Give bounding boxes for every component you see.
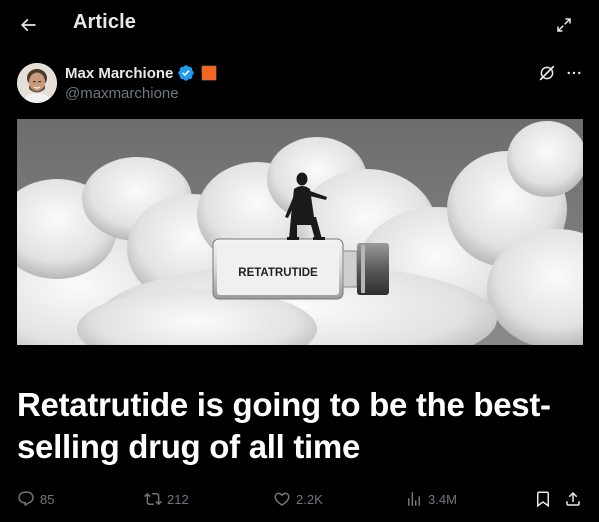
repost-count: 212 — [167, 491, 189, 507]
heart-icon — [274, 492, 290, 506]
grok-button[interactable] — [536, 62, 558, 84]
action-bar: 85 212 2.2K 3.4M — [17, 487, 587, 511]
vial-label: RETATRUTIDE — [238, 267, 318, 279]
more-horizontal-icon — [567, 71, 581, 75]
author-handle[interactable]: @maxmarchione — [65, 85, 179, 102]
affiliate-badge-icon[interactable] — [201, 65, 218, 81]
like-button[interactable]: 2.2K — [273, 487, 323, 511]
share-icon — [566, 491, 580, 506]
reply-icon — [18, 491, 34, 507]
grok-slash-icon — [539, 65, 555, 81]
repost-icon — [144, 492, 162, 506]
cover-illustration: RETATRUTIDE — [17, 119, 583, 345]
article-headline[interactable]: Retatrutide is going to be the best-sell… — [17, 384, 583, 468]
article-cover-image[interactable]: RETATRUTIDE — [17, 119, 583, 345]
share-button[interactable] — [564, 487, 582, 511]
author-name[interactable]: Max Marchione — [65, 65, 173, 82]
bar-chart-icon — [408, 492, 420, 506]
verified-badge-icon — [178, 65, 195, 81]
bookmark-icon — [537, 491, 549, 508]
more-button[interactable] — [563, 62, 585, 84]
author-row: Max Marchione @maxmarchione — [17, 62, 587, 104]
views-button[interactable]: 3.4M — [405, 487, 457, 511]
view-count: 3.4M — [428, 491, 457, 507]
expand-button[interactable] — [548, 9, 580, 41]
avatar[interactable] — [17, 63, 57, 103]
expand-arrows-icon — [557, 18, 571, 32]
reply-button[interactable]: 85 — [17, 487, 54, 511]
arrow-left-icon — [20, 18, 36, 32]
like-count: 2.2K — [296, 491, 323, 507]
author-name-row: Max Marchione — [65, 64, 218, 82]
avatar-image — [17, 63, 57, 103]
reply-count: 85 — [40, 491, 55, 507]
repost-button[interactable]: 212 — [144, 487, 189, 511]
page-title: Article — [73, 11, 136, 33]
back-button[interactable] — [12, 9, 44, 41]
bookmark-button[interactable] — [534, 487, 552, 511]
article-header: Article — [0, 0, 599, 50]
